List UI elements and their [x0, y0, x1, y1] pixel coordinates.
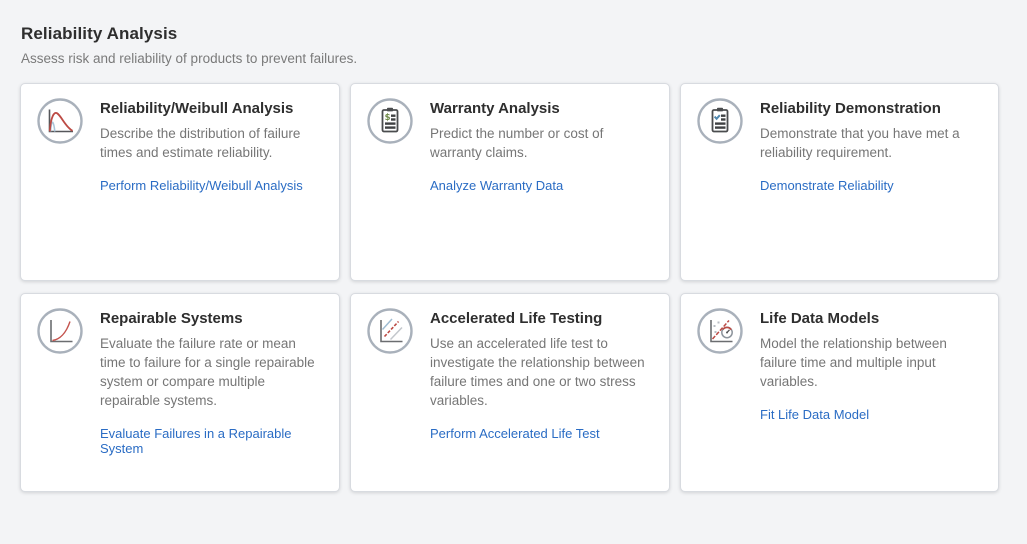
card-body: Life Data Models Model the relationship … [760, 307, 983, 424]
reliability-analysis-page: Reliability Analysis Assess risk and rel… [0, 0, 1027, 544]
clipboard-check-icon [696, 97, 744, 150]
clipboard-dollar-icon: $ [366, 97, 414, 150]
evaluate-repairable-system-link[interactable]: Evaluate Failures in a Repairable System [100, 426, 324, 456]
svg-text:$: $ [385, 113, 391, 123]
page-subtitle: Assess risk and reliability of products … [21, 51, 357, 66]
card-title: Reliability Demonstration [760, 100, 983, 117]
page-title: Reliability Analysis [21, 24, 357, 44]
card-description: Describe the distribution of failure tim… [100, 124, 324, 162]
card-accelerated-life-testing: Accelerated Life Testing Use an accelera… [350, 293, 670, 492]
card-description: Predict the number or cost of warranty c… [430, 124, 654, 162]
weibull-distribution-icon [36, 97, 84, 150]
card-title: Life Data Models [760, 310, 983, 327]
card-title: Reliability/Weibull Analysis [100, 100, 324, 117]
card-body: Reliability/Weibull Analysis Describe th… [100, 97, 324, 195]
card-title: Warranty Analysis [430, 100, 654, 117]
rising-failure-curve-icon [36, 307, 84, 360]
card-title: Accelerated Life Testing [430, 310, 654, 327]
card-body: Repairable Systems Evaluate the failure … [100, 307, 324, 458]
fit-life-data-model-link[interactable]: Fit Life Data Model [760, 407, 869, 422]
card-repairable-systems: Repairable Systems Evaluate the failure … [20, 293, 340, 492]
card-description: Use an accelerated life test to investig… [430, 334, 654, 410]
card-life-data-models: Life Data Models Model the relationship … [680, 293, 999, 492]
card-description: Evaluate the failure rate or mean time t… [100, 334, 324, 410]
analyze-warranty-data-link[interactable]: Analyze Warranty Data [430, 178, 563, 193]
card-body: Warranty Analysis Predict the number or … [430, 97, 654, 195]
card-body: Reliability Demonstration Demonstrate th… [760, 97, 983, 195]
card-description: Demonstrate that you have met a reliabil… [760, 124, 983, 162]
scatter-fit-gauge-icon [696, 307, 744, 360]
page-header: Reliability Analysis Assess risk and rel… [21, 24, 357, 66]
card-description: Model the relationship between failure t… [760, 334, 983, 391]
card-warranty-analysis: $ Warranty Analysis Predict the number o… [350, 83, 670, 281]
perform-accelerated-life-test-link[interactable]: Perform Accelerated Life Test [430, 426, 600, 441]
perform-weibull-analysis-link[interactable]: Perform Reliability/Weibull Analysis [100, 178, 303, 193]
card-reliability-weibull: Reliability/Weibull Analysis Describe th… [20, 83, 340, 281]
card-title: Repairable Systems [100, 310, 324, 327]
demonstrate-reliability-link[interactable]: Demonstrate Reliability [760, 178, 894, 193]
parallel-stress-lines-icon [366, 307, 414, 360]
analysis-cards-grid: Reliability/Weibull Analysis Describe th… [20, 83, 999, 492]
card-body: Accelerated Life Testing Use an accelera… [430, 307, 654, 443]
card-reliability-demonstration: Reliability Demonstration Demonstrate th… [680, 83, 999, 281]
